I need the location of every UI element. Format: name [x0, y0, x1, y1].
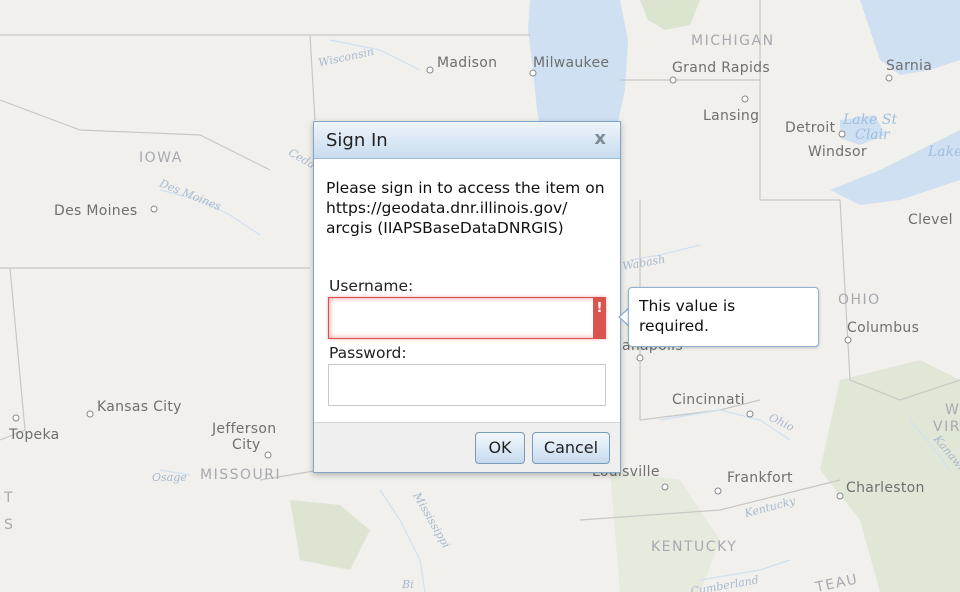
city-label-sarnia: Sarnia: [886, 58, 932, 74]
validation-tooltip: This value is required.: [628, 287, 819, 347]
city-label-madison: Madison: [437, 55, 497, 71]
city-label-windsor: Windsor: [808, 144, 867, 160]
password-label: Password:: [329, 344, 407, 362]
city-label-des-moines: Des Moines: [54, 203, 137, 219]
username-label: Username:: [329, 277, 414, 295]
city-label-columbus: Columbus: [847, 320, 919, 336]
password-input[interactable]: [328, 364, 606, 406]
city-label-cincinnati: Cincinnati: [672, 392, 745, 408]
city-label-jefferson: Jefferson: [211, 421, 276, 437]
state-label-kentucky: KENTUCKY: [651, 539, 737, 555]
dialog-title: Sign In: [326, 130, 388, 151]
dialog-message: Please sign in to access the item on htt…: [326, 179, 605, 237]
city-label-topeka: Topeka: [8, 427, 59, 443]
username-input[interactable]: [328, 297, 606, 339]
city-label-kansas-city: Kansas City: [97, 399, 182, 415]
close-icon[interactable]: x: [594, 128, 606, 149]
sign-in-dialog: Sign In x Please sign in to access the i…: [313, 121, 621, 473]
state-label-missouri: MISSOURI: [200, 467, 281, 483]
city-label-milwaukee: Milwaukee: [533, 55, 609, 71]
river-label-bi: Bi: [401, 578, 414, 591]
city-label-cleveland: Clevel: [908, 212, 953, 228]
city-label-lansing: Lansing: [703, 108, 759, 124]
city-label-grand-rapids: Grand Rapids: [672, 60, 770, 76]
state-label-s: S: [4, 517, 14, 533]
state-label-iowa: IOWA: [139, 150, 183, 166]
error-icon: !: [593, 298, 606, 338]
city-label-city: City: [232, 437, 261, 453]
ok-button[interactable]: OK: [475, 432, 525, 464]
dialog-footer: OK Cancel: [314, 422, 620, 472]
city-label-detroit: Detroit: [785, 120, 836, 136]
lake-label-erie: Lake: [927, 144, 960, 160]
dialog-titlebar[interactable]: Sign In x: [314, 122, 620, 159]
state-label-w: W: [945, 402, 960, 418]
state-label-t: T: [3, 490, 14, 506]
lake-label-st-clair-1: Lake St: [842, 112, 897, 128]
state-label-ohio: OHIO: [838, 292, 881, 308]
state-label-michigan: MICHIGAN: [691, 33, 775, 49]
city-label-charleston: Charleston: [846, 480, 925, 496]
city-label-frankfort: Frankfort: [727, 470, 793, 486]
river-label-osage: Osage: [152, 471, 187, 484]
state-label-vir: VIR: [933, 419, 960, 435]
cancel-button[interactable]: Cancel: [532, 432, 610, 464]
lake-label-st-clair-2: Clair: [855, 127, 891, 143]
